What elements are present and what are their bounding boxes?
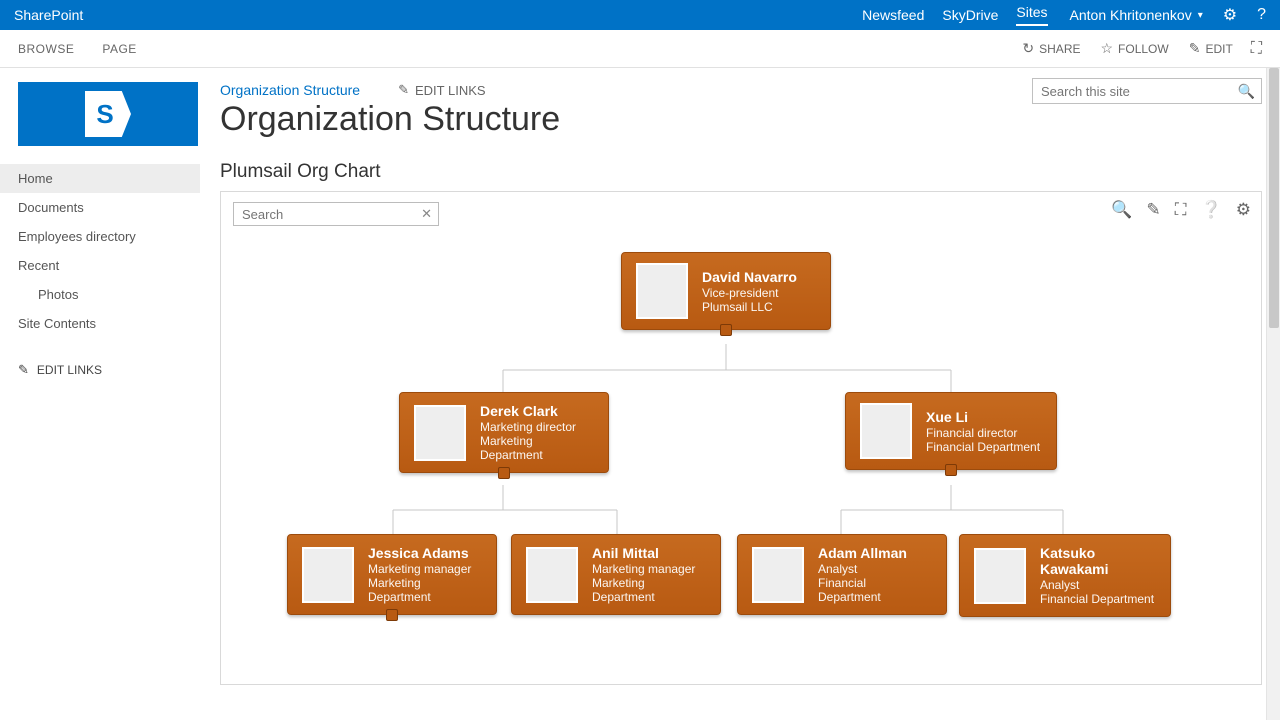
org-node-info: Adam Allman Analyst Financial Department [818,545,932,604]
ribbon-tab-page[interactable]: PAGE [102,42,136,56]
org-node-title: Marketing director [480,420,594,434]
org-node-dept: Marketing Department [592,576,706,604]
pencil-icon: ✎ [18,362,29,378]
expand-handle[interactable] [720,324,732,336]
gear-icon[interactable]: ⚙ [1223,5,1237,25]
ribbon-tab-browse[interactable]: BROWSE [18,42,74,56]
webpart-title: Plumsail Org Chart [220,161,1262,183]
org-node-name: Xue Li [926,409,1040,425]
main-area: S Home Documents Employees directory Rec… [0,68,1280,720]
org-node-name: David Navarro [702,269,797,285]
ribbon-follow-label: FOLLOW [1118,42,1169,56]
nav-edit-links[interactable]: ✎ EDIT LINKS [0,356,200,384]
search-icon[interactable]: 🔍 [1238,83,1255,100]
breadcrumb[interactable]: Organization Structure [220,82,360,98]
org-node-title: Marketing manager [592,562,706,576]
focus-icon[interactable]: ⛶ [1251,40,1262,58]
nav-recent[interactable]: Recent [0,251,200,280]
org-node-dept: Marketing Department [368,576,482,604]
content-area: 🔍 Organization Structure ✎ EDIT LINKS Or… [200,68,1280,720]
org-node-info: David Navarro Vice-president Plumsail LL… [702,269,797,314]
org-node[interactable]: Anil Mittal Marketing manager Marketing … [511,534,721,615]
org-node-title: Marketing manager [368,562,482,576]
org-chart-canvas[interactable]: David Navarro Vice-president Plumsail LL… [221,192,1261,684]
sharepoint-logo-icon: S [85,91,131,137]
page-scrollbar[interactable] [1266,68,1280,720]
left-column: S Home Documents Employees directory Rec… [0,68,200,720]
org-node-info: Jessica Adams Marketing manager Marketin… [368,545,482,604]
scrollbar-thumb[interactable] [1269,68,1279,328]
org-node-name: Katsuko Kawakami [1040,545,1156,577]
org-node-name: Anil Mittal [592,545,706,561]
org-node-root[interactable]: David Navarro Vice-president Plumsail LL… [621,252,831,330]
nav-documents[interactable]: Documents [0,193,200,222]
site-search-box[interactable]: 🔍 [1032,78,1262,104]
suite-user-menu[interactable]: Anton Khritonenkov ▾ [1070,7,1203,23]
nav-home[interactable]: Home [0,164,200,193]
expand-handle[interactable] [386,609,398,621]
suite-brand: SharePoint [14,7,83,23]
site-logo[interactable]: S [18,82,198,146]
expand-handle[interactable] [498,467,510,479]
topnav-edit-links[interactable]: ✎ EDIT LINKS [398,82,485,98]
quick-launch-nav: Home Documents Employees directory Recen… [0,164,200,338]
pencil-icon: ✎ [1189,40,1201,57]
org-node-name: Jessica Adams [368,545,482,561]
org-node[interactable]: Katsuko Kawakami Analyst Financial Depar… [959,534,1171,617]
org-node-info: Anil Mittal Marketing manager Marketing … [592,545,706,604]
page-title: Organization Structure [220,100,1262,139]
nav-employees-directory[interactable]: Employees directory [0,222,200,251]
org-node-dept: Financial Department [1040,592,1156,606]
expand-handle[interactable] [945,464,957,476]
caret-down-icon: ▾ [1198,10,1203,21]
org-node-title: Analyst [818,562,932,576]
org-chart-frame: ✕ 🔍 ✎ ⛶ ❔ ⚙ [220,191,1262,685]
org-node-dept: Financial Department [926,440,1040,454]
org-node-info: Xue Li Financial director Financial Depa… [926,409,1040,454]
help-icon[interactable]: ? [1257,6,1266,24]
star-icon: ☆ [1100,40,1113,57]
org-node-name: Derek Clark [480,403,594,419]
nav-site-contents[interactable]: Site Contents [0,309,200,338]
suite-bar: SharePoint Newsfeed SkyDrive Sites Anton… [0,0,1280,30]
site-search-input[interactable] [1039,83,1238,100]
org-node[interactable]: Adam Allman Analyst Financial Department [737,534,947,615]
org-node-dept: Marketing Department [480,434,594,462]
ribbon-follow-button[interactable]: ☆ FOLLOW [1100,40,1168,57]
org-node[interactable]: Xue Li Financial director Financial Depa… [845,392,1057,470]
nav-edit-links-label: EDIT LINKS [37,363,102,377]
org-node-info: Katsuko Kawakami Analyst Financial Depar… [1040,545,1156,606]
ribbon-share-label: SHARE [1039,42,1080,56]
topnav-edit-links-label: EDIT LINKS [415,83,486,98]
nav-photos[interactable]: Photos [0,280,200,309]
avatar [752,547,804,603]
avatar [526,547,578,603]
org-node-title: Financial director [926,426,1040,440]
avatar [974,548,1026,604]
org-node[interactable]: Derek Clark Marketing director Marketing… [399,392,609,473]
suite-link-skydrive[interactable]: SkyDrive [942,7,998,23]
org-node-name: Adam Allman [818,545,932,561]
org-node-info: Derek Clark Marketing director Marketing… [480,403,594,462]
pencil-icon: ✎ [398,82,409,98]
org-node-dept: Financial Department [818,576,932,604]
ribbon-bar: BROWSE PAGE ↻ SHARE ☆ FOLLOW ✎ EDIT ⛶ [0,30,1280,68]
suite-link-sites[interactable]: Sites [1016,4,1047,26]
suite-link-newsfeed[interactable]: Newsfeed [862,7,924,23]
avatar [860,403,912,459]
avatar [414,405,466,461]
ribbon-edit-label: EDIT [1205,42,1232,56]
org-node-title: Analyst [1040,578,1156,592]
ribbon-share-button[interactable]: ↻ SHARE [1022,40,1080,57]
share-icon: ↻ [1022,40,1034,57]
avatar [636,263,688,319]
avatar [302,547,354,603]
org-node-dept: Plumsail LLC [702,300,797,314]
ribbon-edit-button[interactable]: ✎ EDIT [1189,40,1233,57]
suite-user-name: Anton Khritonenkov [1070,7,1192,23]
org-node-title: Vice-president [702,286,797,300]
org-node[interactable]: Jessica Adams Marketing manager Marketin… [287,534,497,615]
